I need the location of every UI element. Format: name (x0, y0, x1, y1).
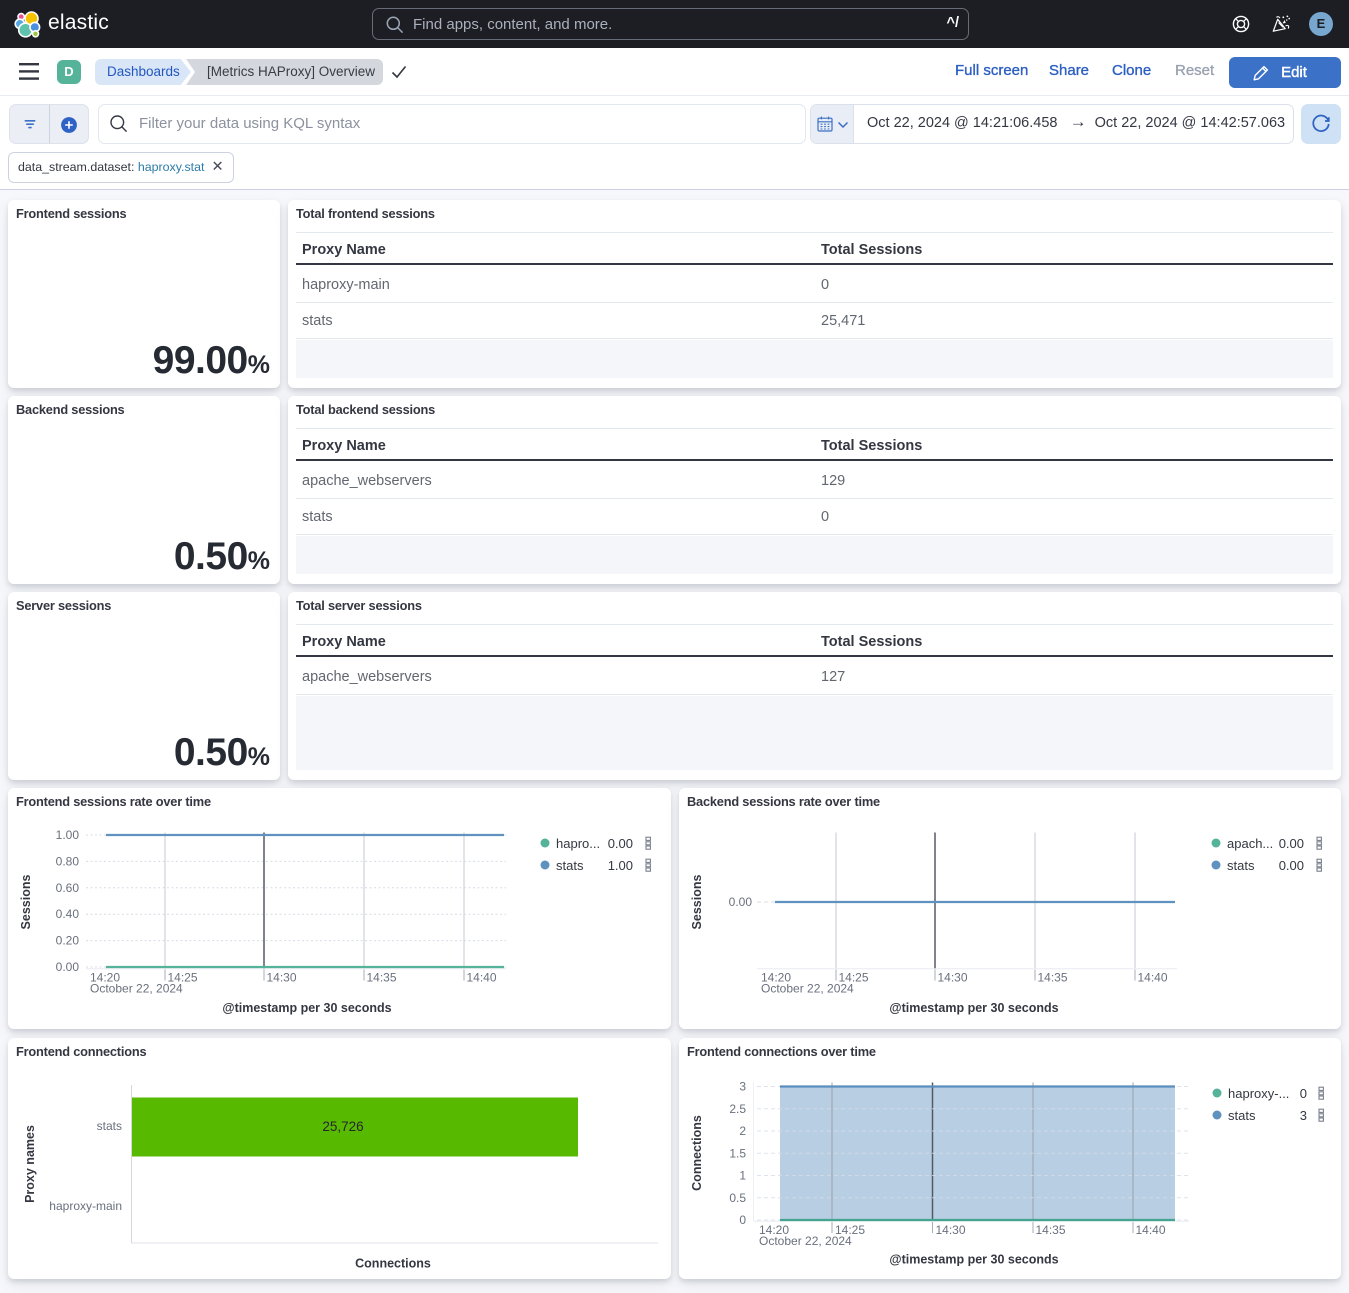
svg-text:Connections: Connections (355, 1257, 431, 1271)
svg-text:2: 2 (739, 1124, 746, 1138)
svg-text:2.5: 2.5 (729, 1102, 746, 1116)
svg-text:14:35: 14:35 (1038, 971, 1068, 985)
svg-text:0.80: 0.80 (56, 854, 80, 868)
svg-text:Sessions: Sessions (19, 875, 33, 930)
svg-text:3: 3 (1300, 1108, 1307, 1123)
svg-text:1.5: 1.5 (729, 1146, 746, 1160)
svg-text:apach...: apach... (1227, 836, 1273, 851)
svg-text:14:30: 14:30 (936, 1223, 966, 1237)
svg-text:3: 3 (739, 1080, 746, 1094)
svg-text:14:40: 14:40 (1138, 971, 1168, 985)
svg-text:0.00: 0.00 (1279, 858, 1304, 873)
svg-text:1.00: 1.00 (56, 828, 80, 842)
svg-text:0.20: 0.20 (56, 934, 80, 948)
svg-text:14:30: 14:30 (938, 971, 968, 985)
svg-text:0: 0 (739, 1213, 746, 1227)
svg-text:@timestamp per 30 seconds: @timestamp per 30 seconds (889, 1253, 1058, 1267)
svg-text:0.00: 0.00 (56, 960, 80, 974)
svg-text:Proxy names: Proxy names (23, 1125, 37, 1203)
svg-text:0.40: 0.40 (56, 907, 80, 921)
svg-text:October 22, 2024: October 22, 2024 (90, 982, 183, 996)
svg-text:1.00: 1.00 (608, 858, 633, 873)
svg-text:14:35: 14:35 (1036, 1223, 1066, 1237)
svg-text:0.00: 0.00 (1279, 836, 1304, 851)
svg-text:October 22, 2024: October 22, 2024 (761, 982, 854, 996)
svg-text:stats: stats (1227, 858, 1255, 873)
svg-text:14:35: 14:35 (367, 971, 397, 985)
svg-text:October 22, 2024: October 22, 2024 (759, 1234, 852, 1248)
svg-text:Sessions: Sessions (690, 875, 704, 930)
svg-text:Connections: Connections (690, 1115, 704, 1191)
svg-text:stats: stats (1228, 1108, 1256, 1123)
svg-text:0.00: 0.00 (729, 895, 753, 909)
svg-text:0: 0 (1300, 1086, 1307, 1101)
svg-text:hapro...: hapro... (556, 836, 600, 851)
svg-text:25,726: 25,726 (322, 1119, 363, 1134)
svg-text:stats: stats (556, 858, 584, 873)
svg-text:0.5: 0.5 (729, 1191, 746, 1205)
svg-text:@timestamp per 30 seconds: @timestamp per 30 seconds (222, 1001, 391, 1015)
svg-text:14:30: 14:30 (267, 971, 297, 985)
svg-text:haproxy-main: haproxy-main (49, 1199, 122, 1213)
svg-text:stats: stats (97, 1119, 122, 1133)
svg-text:0.60: 0.60 (56, 881, 80, 895)
svg-text:14:40: 14:40 (1136, 1223, 1166, 1237)
svg-text:@timestamp per 30 seconds: @timestamp per 30 seconds (889, 1001, 1058, 1015)
svg-text:0.00: 0.00 (608, 836, 633, 851)
svg-text:1: 1 (739, 1169, 746, 1183)
svg-text:14:40: 14:40 (467, 971, 497, 985)
svg-text:haproxy-...: haproxy-... (1228, 1086, 1289, 1101)
